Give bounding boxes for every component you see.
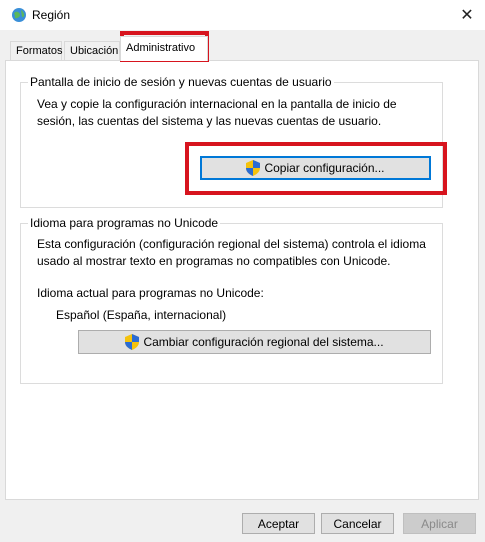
unicode-group-title: Idioma para programas no Unicode: [28, 216, 221, 230]
change-locale-label: Cambiar configuración regional del siste…: [143, 335, 384, 349]
unicode-description: Esta configuración (configuración region…: [37, 237, 426, 268]
tab-administrativo[interactable]: Administrativo: [120, 36, 208, 61]
apply-button[interactable]: Aplicar: [403, 513, 476, 534]
highlight-box-copy-button: [185, 142, 447, 195]
welcome-group-title: Pantalla de inicio de sesión y nuevas cu…: [28, 75, 334, 89]
current-language-label: Idioma actual para programas no Unicode:: [37, 286, 264, 300]
cancel-button[interactable]: Cancelar: [321, 513, 394, 534]
window-title: Región: [32, 8, 71, 22]
tab-ubicacion[interactable]: Ubicación: [64, 41, 120, 60]
welcome-description: Vea y copie la configuración internacion…: [37, 97, 397, 128]
change-system-locale-button[interactable]: Cambiar configuración regional del siste…: [78, 330, 431, 354]
uac-shield-icon: [125, 334, 140, 350]
close-icon: ✕: [460, 7, 474, 24]
globe-icon: [12, 8, 26, 22]
close-button[interactable]: ✕: [449, 0, 485, 30]
region-dialog: Región ✕ Formatos Ubicación Administrati…: [0, 0, 485, 542]
tab-formatos[interactable]: Formatos: [10, 41, 62, 60]
title-bar: Región ✕: [0, 0, 485, 30]
tab-strip: Formatos Ubicación Administrativo: [0, 36, 485, 61]
current-language-value: Español (España, internacional): [56, 308, 227, 322]
ok-button[interactable]: Aceptar: [242, 513, 315, 534]
